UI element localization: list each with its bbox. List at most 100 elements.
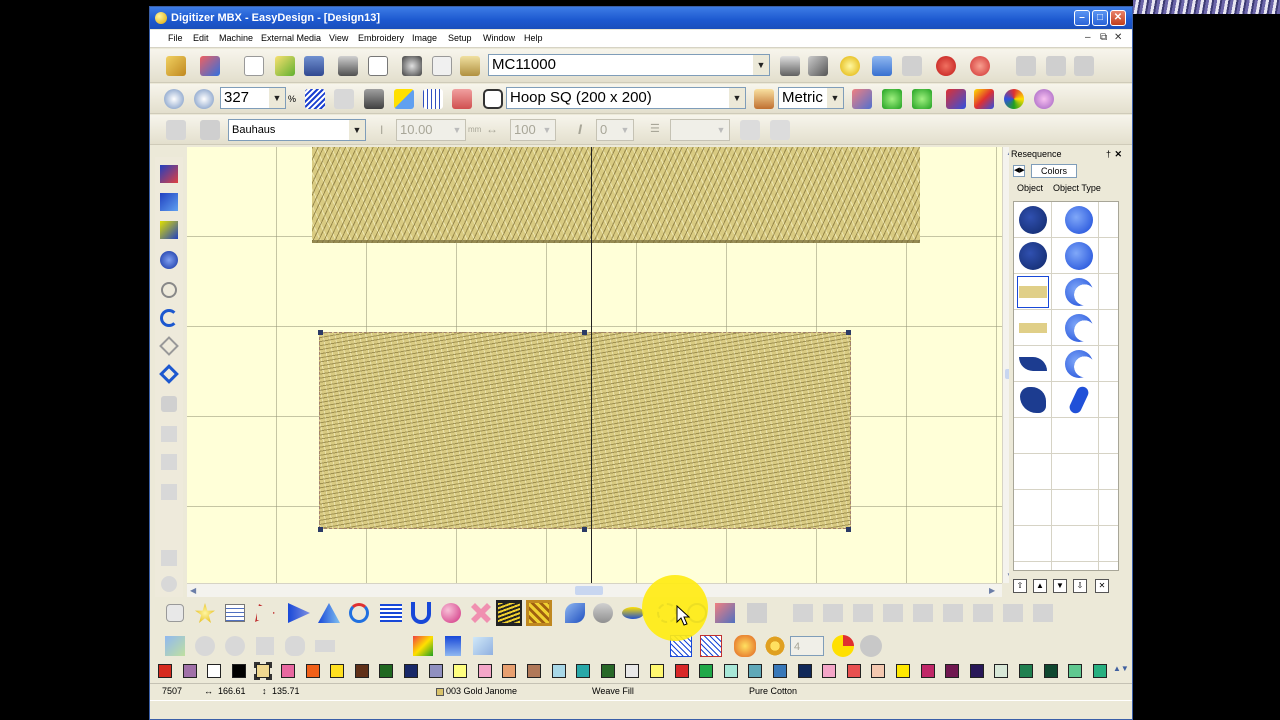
sequence-toggle-icon[interactable]: ◀▶	[1013, 165, 1025, 177]
thread-swatch[interactable]	[773, 664, 787, 678]
maximize-button[interactable]: □	[1092, 10, 1108, 26]
pink-ball-icon[interactable]	[438, 600, 464, 626]
colors-button[interactable]: Colors	[1031, 164, 1077, 178]
object-arc-blue[interactable]	[1063, 348, 1095, 380]
thread-swatch[interactable]	[920, 664, 935, 678]
transform-icon[interactable]	[850, 87, 874, 111]
close-button[interactable]: ✕	[1110, 10, 1126, 26]
object-rect-selected[interactable]	[1017, 276, 1049, 308]
object-blob-dark[interactable]	[1017, 384, 1049, 416]
machine-select[interactable]: MC11000 ▼	[488, 54, 770, 76]
redo-icon[interactable]	[900, 54, 924, 78]
print-icon[interactable]	[336, 54, 360, 78]
align-bottom-icon[interactable]	[850, 600, 876, 626]
paste-icon[interactable]	[458, 54, 482, 78]
satin-line-icon[interactable]	[158, 191, 180, 213]
object-arc-blue[interactable]	[1063, 276, 1095, 308]
triangle-fill-icon[interactable]	[286, 600, 312, 626]
convert-icon[interactable]	[158, 481, 180, 503]
triangle-alt-icon[interactable]	[316, 600, 342, 626]
menu-external-media[interactable]: External Media	[261, 33, 321, 43]
help-pointer-icon[interactable]	[968, 54, 992, 78]
thread-swatch[interactable]	[527, 664, 541, 678]
order-icon[interactable]	[1000, 600, 1026, 626]
close-panel-icon[interactable]: ✕	[1114, 147, 1122, 161]
thread-swatch[interactable]	[674, 664, 689, 678]
color-block-icon[interactable]	[392, 87, 416, 111]
align-middle-icon[interactable]	[820, 600, 846, 626]
machine-send-icon[interactable]	[778, 54, 802, 78]
applique-icon[interactable]	[158, 393, 180, 415]
thread-swatch[interactable]	[1019, 664, 1033, 678]
cross-stitch-icon[interactable]	[468, 600, 494, 626]
thread-swatch[interactable]	[404, 664, 418, 678]
lock-icon[interactable]	[252, 633, 278, 659]
distribute-icon[interactable]	[880, 600, 906, 626]
stack-icon[interactable]	[282, 633, 308, 659]
size-icon[interactable]	[1030, 600, 1056, 626]
font-select[interactable]: Bauhaus ▼	[228, 119, 366, 141]
menu-embroidery[interactable]: Embroidery	[358, 33, 404, 43]
hoop-select[interactable]: Hoop SQ (200 x 200) ▼	[506, 87, 746, 109]
grid-icon[interactable]	[421, 87, 445, 111]
object-circle-dark[interactable]	[1017, 240, 1049, 272]
fill-rect-icon[interactable]	[158, 219, 180, 241]
fill-circle-icon[interactable]	[158, 249, 180, 271]
selection-handle[interactable]	[318, 330, 323, 335]
search-design-icon[interactable]	[838, 54, 862, 78]
thread-swatch[interactable]	[650, 664, 664, 678]
embroidery-object-selected[interactable]	[319, 332, 851, 529]
thread-swatch[interactable]	[723, 664, 738, 678]
thread-swatch[interactable]	[354, 664, 369, 678]
spacing-field[interactable]: ▼	[670, 119, 730, 141]
mirror-icon[interactable]	[222, 633, 248, 659]
object-circle-blue[interactable]	[1063, 240, 1095, 272]
thread-swatch[interactable]	[379, 664, 394, 678]
thread-swatch-selected[interactable]	[254, 662, 273, 680]
thread-swatch[interactable]	[207, 664, 222, 678]
scissors-icon[interactable]	[744, 600, 770, 626]
color-sort-icon[interactable]	[410, 633, 436, 659]
object-circle-blue[interactable]	[1063, 204, 1095, 236]
copy-icon[interactable]	[430, 54, 454, 78]
check-icon[interactable]	[858, 633, 884, 659]
hoop-settings-icon[interactable]	[752, 87, 776, 111]
menu-setup[interactable]: Setup	[448, 33, 472, 43]
node-select-icon[interactable]	[158, 335, 180, 357]
thread-swatch[interactable]	[748, 664, 763, 678]
zoom-out-icon[interactable]	[192, 87, 216, 111]
thread-swatch[interactable]	[453, 664, 468, 678]
align-center-icon[interactable]	[1044, 54, 1068, 78]
stitch-view-icon[interactable]	[303, 87, 327, 111]
color-wheel-icon[interactable]	[1002, 87, 1026, 111]
thread-swatch[interactable]	[502, 664, 517, 678]
text-width-field[interactable]: 100 ▼	[510, 119, 556, 141]
net-fill-alt-icon[interactable]	[698, 633, 724, 659]
align-top-icon[interactable]	[790, 600, 816, 626]
close-panel-icon[interactable]: ✕	[1095, 579, 1109, 593]
menu-window[interactable]: Window	[483, 33, 515, 43]
scroll-left-icon[interactable]: ◀	[190, 586, 196, 595]
thread-swatch[interactable]	[305, 664, 320, 678]
mdi-restore-icon[interactable]: ⧉	[1100, 32, 1107, 43]
move-top-icon[interactable]: ⇧	[1013, 579, 1027, 593]
flower-icon[interactable]	[732, 633, 758, 659]
back-arrow-icon[interactable]	[880, 87, 904, 111]
selection-handle[interactable]	[582, 527, 587, 532]
selection-handle[interactable]	[318, 527, 323, 532]
tab-object[interactable]: Object	[1017, 183, 1043, 193]
menu-file[interactable]: File	[168, 33, 183, 43]
object-rect[interactable]	[1017, 312, 1049, 344]
forward-arrow-icon[interactable]	[910, 87, 934, 111]
open-file-icon[interactable]	[273, 54, 297, 78]
thread-swatch[interactable]	[1043, 664, 1058, 678]
menu-edit[interactable]: Edit	[193, 33, 209, 43]
node-edit-icon[interactable]	[252, 600, 278, 626]
thread-swatch[interactable]	[158, 664, 172, 678]
object-hook-blue[interactable]	[1063, 384, 1095, 416]
thread-swatch[interactable]	[699, 664, 714, 678]
palette-scroll-icon[interactable]: ▲▼	[1113, 664, 1129, 673]
object-arc-blue[interactable]	[1063, 312, 1095, 344]
circular-fill-icon[interactable]	[346, 600, 372, 626]
thread-swatch[interactable]	[600, 664, 615, 678]
